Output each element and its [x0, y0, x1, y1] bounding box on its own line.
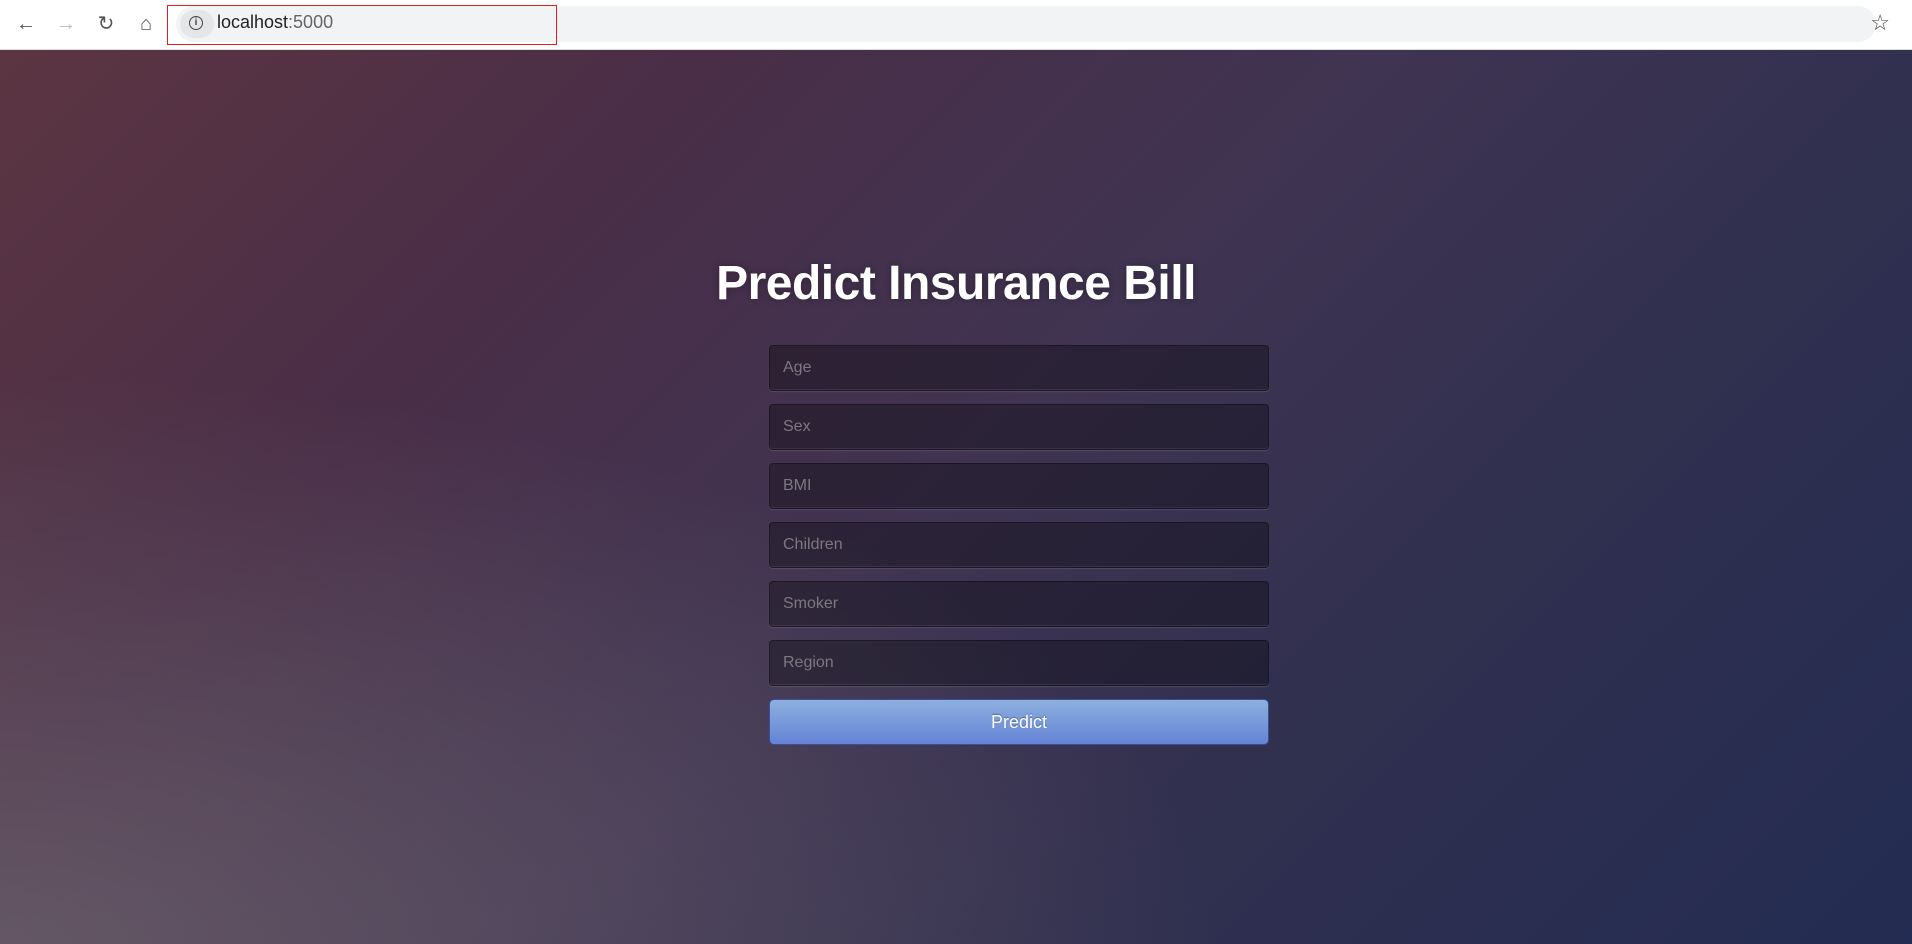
age-input[interactable]	[769, 345, 1269, 391]
children-input[interactable]	[769, 522, 1269, 568]
smoker-input[interactable]	[769, 581, 1269, 627]
page-body: Predict Insurance Bill Predict	[0, 50, 1912, 944]
browser-toolbar: ← → ↻ ⌂ i localhost:5000 ☆	[0, 0, 1912, 50]
predict-button[interactable]: Predict	[769, 699, 1269, 745]
back-icon[interactable]: ←	[14, 12, 38, 36]
home-icon[interactable]: ⌂	[134, 12, 158, 36]
region-input[interactable]	[769, 640, 1269, 686]
bmi-input[interactable]	[769, 463, 1269, 509]
page-title: Predict Insurance Bill	[716, 257, 1196, 310]
bookmark-star-icon[interactable]: ☆	[1870, 10, 1890, 36]
reload-icon[interactable]: ↻	[94, 12, 118, 36]
highlight-box	[167, 5, 557, 45]
sex-input[interactable]	[769, 404, 1269, 450]
forward-icon[interactable]: →	[54, 12, 78, 36]
